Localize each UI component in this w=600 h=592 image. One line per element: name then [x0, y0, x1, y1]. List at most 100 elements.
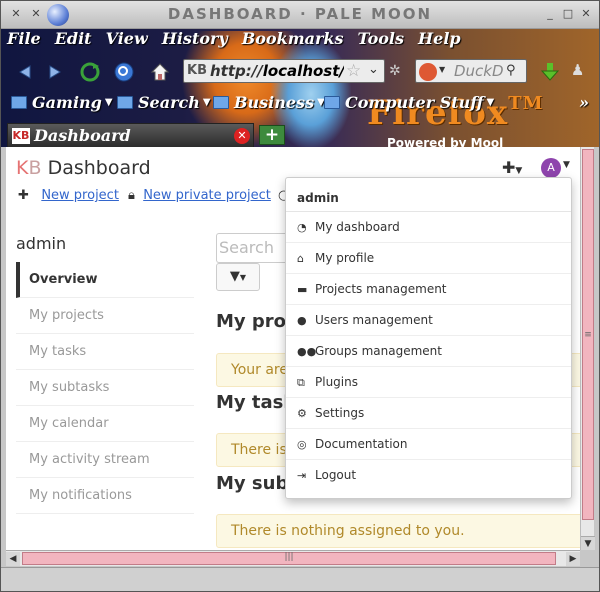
- reload-icon[interactable]: [79, 61, 101, 83]
- menu-bookmarks[interactable]: Bookmarks: [242, 29, 344, 51]
- menu-view[interactable]: View: [106, 29, 148, 51]
- cubes-icon: ⧉: [297, 376, 305, 389]
- url-text[interactable]: http://localhost/ka: [210, 62, 344, 80]
- menu-help[interactable]: Help: [418, 29, 461, 51]
- new-project-link[interactable]: New project: [41, 188, 119, 203]
- horizontal-scrollbar[interactable]: ◀ ||| ▶: [6, 550, 580, 566]
- close-icon[interactable]: ✕: [579, 7, 593, 21]
- search-engine-dropdown-icon[interactable]: ▼: [439, 65, 445, 74]
- url-dropdown-icon[interactable]: ⌄: [368, 62, 379, 77]
- window-title: DASHBOARD · PALE MOON: [167, 5, 433, 23]
- loading-throbber-icon: ✲: [389, 63, 401, 79]
- menu-item-my-dashboard[interactable]: ◔ My dashboard: [286, 212, 571, 243]
- life-ring-icon: ◎: [297, 438, 307, 451]
- add-menu-button[interactable]: ✚▼: [502, 158, 522, 177]
- sign-out-icon: ⇥: [297, 469, 307, 482]
- menu-file[interactable]: File: [7, 29, 41, 51]
- bookmark-folder-search[interactable]: Search ▼: [117, 93, 211, 112]
- sidebar-item-my-activity-stream[interactable]: My activity stream: [16, 442, 194, 478]
- page-title: KB Dashboard: [16, 157, 151, 179]
- sidebar-item-my-calendar[interactable]: My calendar: [16, 406, 194, 442]
- vertical-scrollbar[interactable]: ≡ ▼: [580, 147, 595, 550]
- browser-chrome: FirefoxTM Powered by Mool File Edit View…: [1, 29, 599, 147]
- home-icon[interactable]: [149, 61, 171, 83]
- menu-tools[interactable]: Tools: [358, 29, 405, 51]
- url-bar[interactable]: KB http://localhost/ka ☆ ⌄: [183, 59, 385, 83]
- search-input[interactable]: DuckD: [454, 62, 504, 80]
- section-title-projects: My proj: [216, 311, 293, 332]
- filter-icon: ▼: [229, 269, 240, 284]
- sidebar-item-overview[interactable]: Overview: [16, 262, 194, 298]
- folder-icon: [117, 96, 133, 109]
- home-icon: ⌂: [297, 252, 304, 265]
- new-private-project-link[interactable]: New private project: [143, 188, 271, 203]
- section-title-tasks: My task: [216, 392, 296, 413]
- menu-item-logout[interactable]: ⇥ Logout: [286, 460, 571, 491]
- back-icon[interactable]: [13, 61, 35, 83]
- search-bar[interactable]: ▼ DuckD ⚲: [415, 59, 527, 83]
- users-icon: ●●: [297, 345, 317, 358]
- tab-close-icon[interactable]: ✕: [234, 128, 250, 144]
- status-bar: [1, 567, 599, 591]
- scroll-left-icon[interactable]: ◀: [6, 552, 20, 566]
- navigation-toolbar: KB http://localhost/ka ☆ ⌄ ✲ ▼ DuckD ⚲ ♟: [1, 57, 599, 87]
- user-caret-icon[interactable]: ▼: [563, 160, 570, 170]
- sidebar-item-my-notifications[interactable]: My notifications: [16, 478, 194, 514]
- bookmark-star-icon[interactable]: ☆: [346, 61, 361, 81]
- download-icon[interactable]: [539, 61, 561, 83]
- plus-icon: ✚: [18, 188, 29, 203]
- menu-history[interactable]: History: [162, 29, 228, 51]
- browser-window: ✕ ✕ DASHBOARD · PALE MOON _ □ ✕ FirefoxT…: [0, 0, 600, 592]
- menu-item-groups-management[interactable]: ●●Groups management: [286, 336, 571, 367]
- maximize-icon[interactable]: □: [561, 7, 575, 21]
- tab-favicon: KB: [12, 128, 30, 144]
- user-dropdown-menu: admin ◔ My dashboard ⌂ My profile ▬ Project…: [285, 177, 572, 499]
- addon-icon[interactable]: ♟: [571, 61, 593, 83]
- lock-icon: 🔒︎: [128, 188, 135, 203]
- avatar[interactable]: A: [541, 158, 561, 178]
- menu-item-documentation[interactable]: ◎ Documentation: [286, 429, 571, 460]
- stop-search-icon[interactable]: [113, 61, 135, 83]
- menu-item-plugins[interactable]: ⧉ Plugins: [286, 367, 571, 398]
- scroll-down-icon[interactable]: ▼: [581, 536, 595, 550]
- minimize-icon[interactable]: _: [543, 7, 557, 21]
- menu-bar: File Edit View History Bookmarks Tools H…: [7, 29, 475, 51]
- folder-icon: [11, 96, 27, 109]
- web-content: KB Dashboard ✚▼ A ▼ ✚ New project 🔒︎ New…: [6, 147, 580, 550]
- new-tab-button[interactable]: +: [259, 125, 285, 145]
- menu-edit[interactable]: Edit: [55, 29, 92, 51]
- folder-icon: ▬: [297, 283, 308, 296]
- bookmark-folder-computer-stuff[interactable]: Computer Stuff ▼: [324, 93, 494, 112]
- dashboard-icon: ◔: [297, 221, 307, 234]
- sidebar-item-my-tasks[interactable]: My tasks: [16, 334, 194, 370]
- scroll-right-icon[interactable]: ▶: [566, 552, 580, 566]
- title-bar[interactable]: ✕ ✕ DASHBOARD · PALE MOON _ □ ✕: [1, 1, 599, 29]
- menu-item-settings[interactable]: ⚙ Settings: [286, 398, 571, 429]
- horizontal-scroll-thumb[interactable]: |||: [22, 552, 556, 565]
- binoculars-icon[interactable]: ⚲: [506, 63, 516, 78]
- dropdown-header: admin: [286, 178, 571, 212]
- menu-item-my-profile[interactable]: ⌂ My profile: [286, 243, 571, 274]
- menu-item-projects-management[interactable]: ▬ Projects management: [286, 274, 571, 305]
- bookmark-folder-business[interactable]: Business ▼: [213, 93, 325, 112]
- bookmarks-overflow-icon[interactable]: »: [579, 93, 589, 112]
- sidebar-title: admin: [16, 234, 67, 253]
- alert-subtasks: There is nothing assigned to you.: [216, 514, 580, 548]
- tab-strip: KB Dashboard ✕ +: [1, 121, 599, 147]
- sidebar-item-my-projects[interactable]: My projects: [16, 298, 194, 334]
- bookmarks-toolbar: Gaming ▼ Search ▼ Business ▼ Computer Stuff…: [1, 91, 599, 115]
- sidebar-item-my-subtasks[interactable]: My subtasks: [16, 370, 194, 406]
- bookmark-folder-gaming[interactable]: Gaming ▼: [11, 93, 113, 112]
- tab-dashboard[interactable]: KB Dashboard ✕: [7, 123, 254, 147]
- vertical-scroll-thumb[interactable]: ≡: [582, 149, 594, 520]
- folder-icon: [213, 96, 229, 109]
- duckduckgo-icon[interactable]: [419, 63, 437, 81]
- site-favicon: KB: [187, 63, 207, 78]
- menu-item-users-management[interactable]: ● Users management: [286, 305, 571, 336]
- tab-label: Dashboard: [34, 126, 131, 145]
- filter-button[interactable]: ▼▼: [216, 263, 260, 291]
- folder-icon: [324, 96, 340, 109]
- forward-icon[interactable]: [45, 61, 67, 83]
- cog-icon: ⚙: [297, 407, 307, 420]
- sidebar: Overview My projects My tasks My subtask…: [16, 262, 194, 514]
